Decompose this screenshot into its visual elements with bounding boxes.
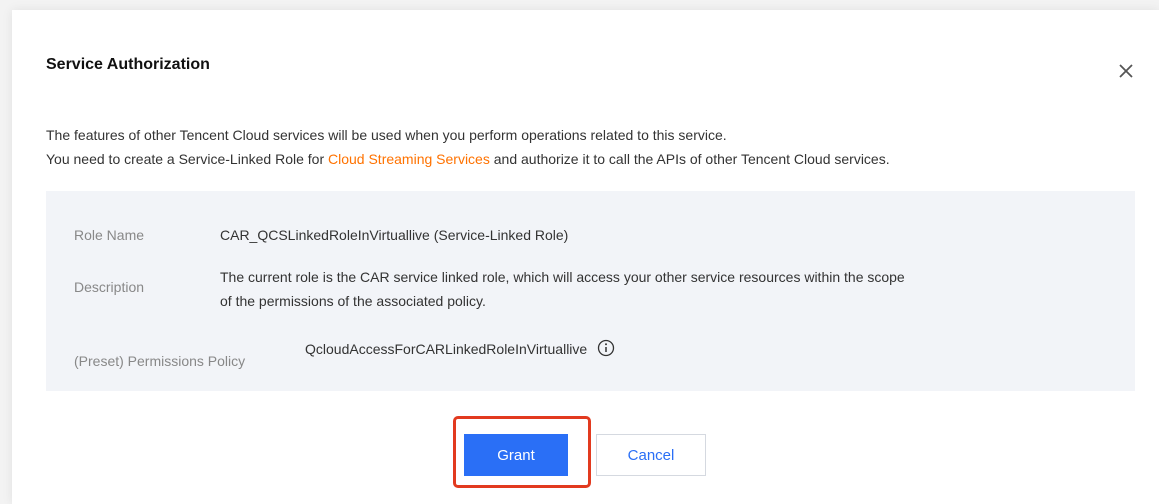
policy-value-wrapper: QcloudAccessForCARLinkedRoleInVirtualliv… [305,337,615,364]
role-name-value: CAR_QCSLinkedRoleInVirtuallive (Service-… [220,227,569,243]
policy-label: (Preset) Permissions Policy [74,353,246,369]
cloud-streaming-services-link[interactable]: Cloud Streaming Services [328,151,490,167]
policy-value: QcloudAccessForCARLinkedRoleInVirtualliv… [305,341,588,357]
info-icon[interactable] [597,339,615,364]
description-line-2: of the permissions of the associated pol… [220,293,486,309]
cancel-button[interactable]: Cancel [596,434,706,476]
dialog-title: Service Authorization [46,56,210,73]
role-info-panel: Role Name CAR_QCSLinkedRoleInVirtuallive… [46,191,1135,391]
description-value: The current role is the CAR service link… [220,265,905,313]
role-name-label: Role Name [74,227,145,243]
intro-line-1: The features of other Tencent Cloud serv… [46,127,727,143]
intro-line-2: You need to create a Service-Linked Role… [46,147,890,171]
intro-line-2-suffix: and authorize it to call the APIs of oth… [489,151,890,167]
intro-text: The features of other Tencent Cloud serv… [46,123,890,171]
close-icon[interactable] [1115,60,1137,82]
description-line-1: The current role is the CAR service link… [220,269,905,285]
intro-line-2-prefix: You need to create a Service-Linked Role… [46,151,328,167]
description-label: Description [74,279,145,295]
service-authorization-dialog: Service Authorization The features of ot… [12,10,1159,504]
grant-button[interactable]: Grant [464,434,568,476]
